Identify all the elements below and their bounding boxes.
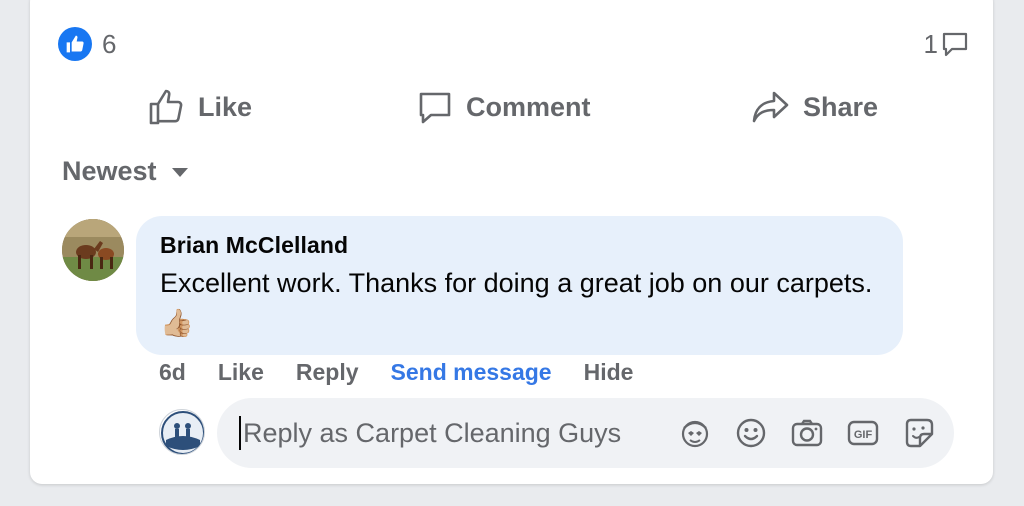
comment-icon: [419, 92, 451, 124]
comment-like-button[interactable]: Like: [218, 359, 264, 386]
dropdown-icon: [171, 167, 188, 177]
comment-text: Excellent work. Thanks for doing a great…: [160, 268, 873, 338]
comment-count-icon: [942, 32, 968, 57]
page-avatar[interactable]: [159, 409, 205, 455]
like-icon: [149, 89, 183, 125]
share-icon: [752, 91, 789, 123]
share-label: Share: [803, 91, 879, 122]
camera-icon[interactable]: [790, 416, 824, 450]
comment-reply-button[interactable]: Reply: [296, 359, 359, 386]
comment-count-link[interactable]: 1: [924, 29, 970, 60]
comment-bubble: Brian McClelland Excellent work. Thanks …: [136, 216, 903, 355]
comment-author[interactable]: Brian McClelland: [160, 232, 879, 259]
post-actions: Like Comment Share: [30, 82, 993, 134]
like-button[interactable]: Like: [148, 88, 252, 126]
commenter-avatar[interactable]: [62, 219, 124, 281]
send-message-link[interactable]: Send message: [391, 359, 552, 386]
sticker-icon[interactable]: [902, 416, 936, 450]
like-label: Like: [198, 91, 253, 122]
share-button[interactable]: Share: [751, 88, 878, 126]
comment-actions: 6d Like Reply Send message Hide: [159, 359, 665, 386]
reactions-summary[interactable]: 6: [58, 27, 116, 61]
text-cursor: [239, 416, 241, 450]
reply-input[interactable]: [243, 417, 663, 449]
emoji-icon[interactable]: [734, 416, 768, 450]
gif-icon[interactable]: GIF: [846, 416, 880, 450]
hide-comment-button[interactable]: Hide: [584, 359, 634, 386]
comment-timestamp[interactable]: 6d: [159, 359, 186, 386]
comment-count: 1: [923, 28, 938, 59]
like-reaction-icon: [58, 27, 92, 61]
reply-composer: GIF: [217, 398, 954, 468]
composer-tools: GIF: [678, 398, 936, 468]
comment-button[interactable]: Comment: [416, 88, 591, 126]
avatar-emoji-icon[interactable]: [678, 416, 712, 450]
comment-sort-dropdown[interactable]: Newest: [62, 156, 189, 187]
svg-text:GIF: GIF: [854, 429, 873, 441]
reaction-count: 6: [102, 28, 117, 59]
sort-label: Newest: [62, 156, 157, 186]
comment-label: Comment: [466, 91, 591, 122]
post-stats: 6 1: [58, 26, 970, 62]
